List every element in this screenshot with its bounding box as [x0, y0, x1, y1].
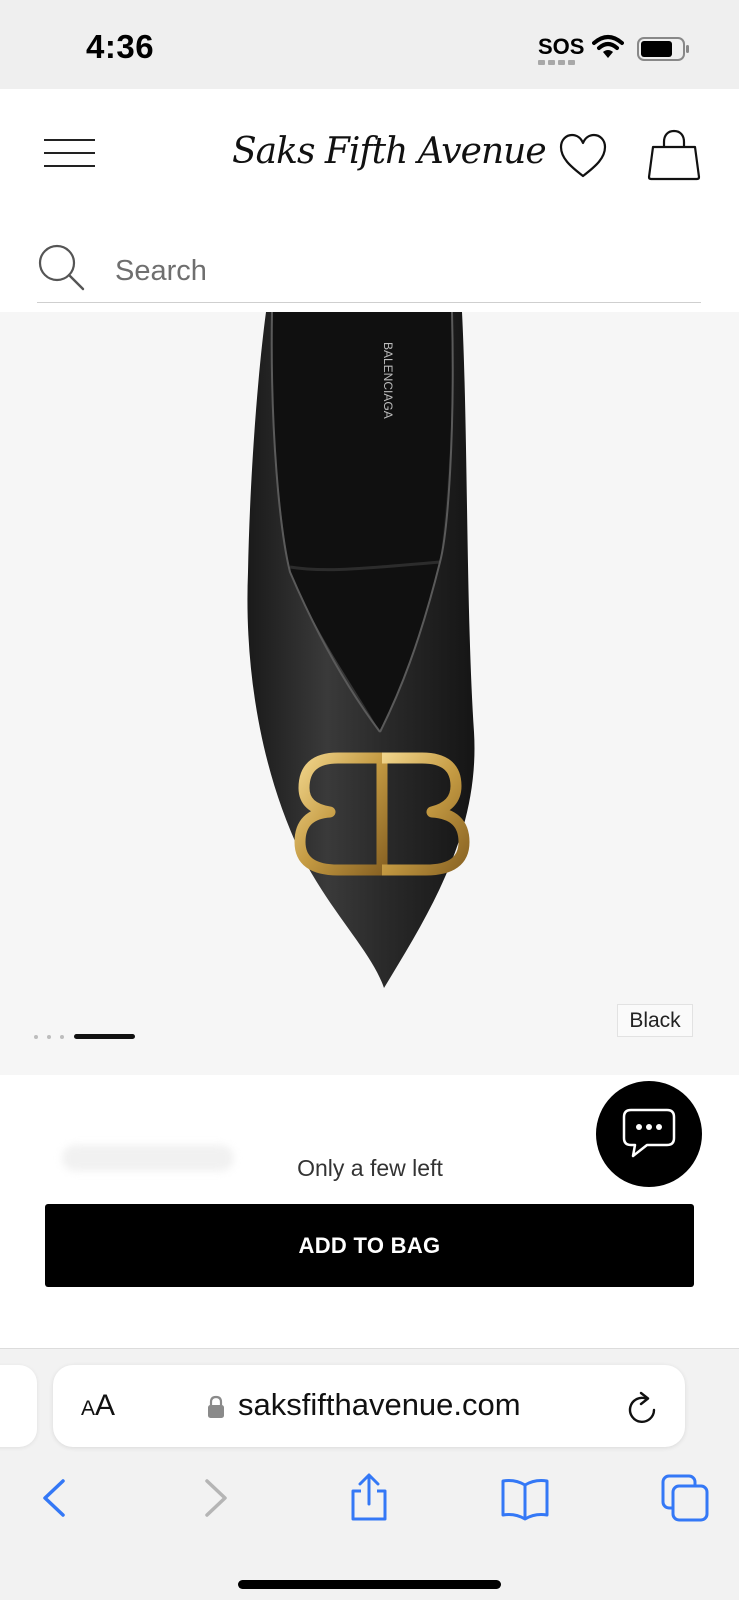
signal-dots-icon [538, 60, 578, 66]
text-size-large-glyph: A [95, 1389, 116, 1422]
status-sos: SOS [538, 34, 585, 59]
site-header: Saks Fifth Avenue [0, 89, 739, 311]
blurred-price-placeholder [62, 1145, 234, 1171]
status-time: 4:36 [86, 28, 155, 65]
page: 4:36 SOS Saks Fifth Avenue Search BALENC… [0, 0, 739, 1600]
share-icon[interactable] [344, 1473, 394, 1523]
carousel-active-indicator [74, 1034, 135, 1039]
back-arrow-icon[interactable] [30, 1473, 80, 1523]
address-bar[interactable]: AA saksfifthavenue.com [53, 1365, 685, 1447]
text-size-small-glyph: A [81, 1397, 96, 1420]
site-logo[interactable]: Saks Fifth Avenue [232, 125, 547, 179]
heart-icon[interactable] [558, 133, 608, 179]
stock-note: Only a few left [297, 1155, 443, 1181]
search-icon[interactable] [37, 243, 85, 291]
home-indicator [238, 1580, 501, 1589]
search-bar [37, 239, 701, 303]
battery-icon [637, 37, 689, 61]
shopping-bag-icon[interactable] [647, 129, 701, 181]
product-shoe-image: BALENCIAGA [247, 312, 475, 988]
search-input[interactable] [115, 249, 675, 293]
lock-icon [208, 1395, 224, 1418]
status-bar: 4:36 SOS [0, 0, 739, 89]
svg-text:BALENCIAGA: BALENCIAGA [381, 342, 395, 419]
text-size-button[interactable]: AA [81, 1389, 125, 1425]
carousel-indicator[interactable] [34, 1033, 144, 1041]
chat-button[interactable] [596, 1081, 702, 1187]
chat-bubble-icon [622, 1108, 676, 1158]
tabs-icon[interactable] [660, 1473, 710, 1523]
product-image-carousel[interactable]: BALENCIAGA Black [0, 312, 739, 1075]
color-badge: Black [617, 1004, 693, 1037]
previous-tab-card[interactable] [0, 1365, 37, 1447]
wifi-icon [592, 35, 624, 58]
bookmarks-icon[interactable] [500, 1473, 550, 1523]
forward-arrow-icon[interactable] [190, 1473, 240, 1523]
add-to-bag-button[interactable]: ADD TO BAG [45, 1204, 694, 1287]
url-text: saksfifthavenue.com [238, 1387, 521, 1422]
reload-icon[interactable] [626, 1390, 660, 1426]
hamburger-menu-icon[interactable] [44, 139, 96, 169]
browser-chrome: AA saksfifthavenue.com [0, 1348, 739, 1600]
